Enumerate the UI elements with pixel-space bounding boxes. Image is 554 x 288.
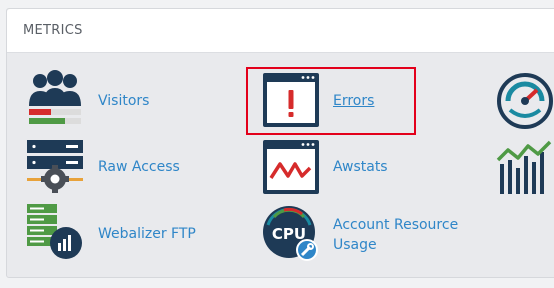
visitors-label: Visitors (98, 93, 150, 109)
errors-label: Errors (333, 93, 375, 109)
metrics-editor-icon[interactable] (496, 138, 554, 196)
visitors-icon (29, 70, 81, 124)
webalizer-ftp-icon (27, 204, 82, 259)
awstats-icon (263, 140, 319, 194)
awstats-label: Awstats (333, 159, 388, 175)
metric-item-visitors[interactable]: Visitors (26, 70, 186, 130)
bandwidth-gauge-icon[interactable] (496, 72, 554, 130)
raw-access-icon (27, 140, 83, 193)
metric-item-errors[interactable]: Errors (262, 70, 412, 130)
account-resource-usage-label-line2: Usage (333, 237, 377, 253)
svg-text:CPU: CPU (272, 225, 306, 243)
cpu-icon: CPU (263, 206, 318, 261)
panel-title: METRICS (23, 23, 83, 38)
metric-item-awstats[interactable]: Awstats (262, 138, 412, 198)
panel-header: METRICS (7, 9, 554, 53)
errors-icon (263, 73, 319, 127)
webalizer-ftp-label: Webalizer FTP (98, 226, 196, 242)
metric-item-webalizer-ftp[interactable]: Webalizer FTP (26, 203, 216, 263)
metric-item-raw-access[interactable]: Raw Access (26, 138, 196, 198)
metric-item-account-resource-usage[interactable]: CPU Account Resource Usage (262, 203, 482, 263)
raw-access-label: Raw Access (98, 159, 180, 175)
account-resource-usage-label-line1: Account Resource (333, 217, 459, 233)
